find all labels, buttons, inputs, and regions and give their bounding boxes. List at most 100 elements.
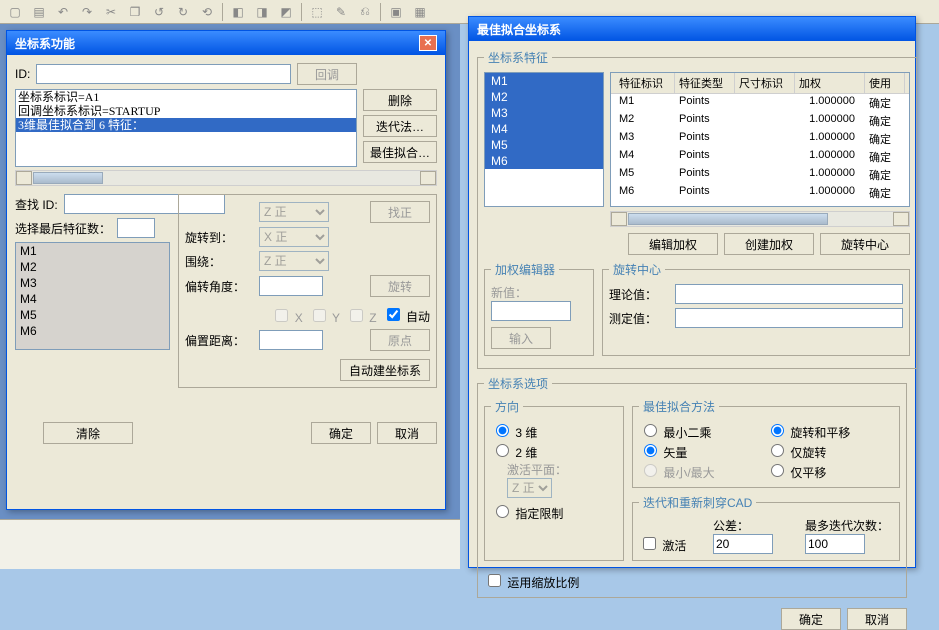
rottrans-radio[interactable]: 旋转和平移 [766, 421, 893, 441]
rot-center-button[interactable]: 旋转中心 [820, 233, 910, 255]
dim2-radio[interactable]: 2 维 [491, 446, 537, 460]
dim3-radio[interactable]: 3 维 [491, 426, 537, 440]
newval-input[interactable] [491, 301, 571, 321]
offset-dist-label: 偏置距离： [185, 332, 255, 349]
feature-listbox[interactable]: M1 M2 M3 M4 M5 M6 [15, 242, 170, 350]
cancel-button[interactable]: 取消 [377, 422, 437, 444]
list-item[interactable]: M4 [485, 121, 603, 137]
offset-dist-input[interactable] [259, 330, 323, 350]
edit-weight-button[interactable]: 编辑加权 [628, 233, 718, 255]
rotonly-radio[interactable]: 仅旋转 [766, 441, 893, 461]
table-row[interactable]: M5Points1.000000确定 [611, 166, 909, 184]
input-button[interactable]: 输入 [491, 327, 551, 349]
titlebar[interactable]: 最佳拟合坐标系 [469, 17, 915, 41]
tb-icon[interactable]: ⟲ [196, 2, 218, 22]
offset-angle-input[interactable] [259, 276, 323, 296]
tb-icon[interactable]: ▣ [385, 2, 407, 22]
char-table[interactable]: 特征标识 特征类型 尺寸标识 加权 使用 M1Points1.000000确定M… [610, 72, 910, 207]
list-item[interactable]: M6 [16, 323, 169, 339]
list-item[interactable]: M2 [485, 89, 603, 105]
col-header[interactable]: 加权 [795, 73, 865, 93]
activate-checkbox[interactable]: 激活 [639, 534, 709, 554]
auto-build-button[interactable]: 自动建坐标系 [340, 359, 430, 381]
z-checkbox[interactable]: Z [346, 306, 377, 325]
list-item[interactable]: M5 [16, 307, 169, 323]
tb-icon[interactable]: ↻ [172, 2, 194, 22]
x-checkbox[interactable]: X [271, 306, 302, 325]
create-weight-button[interactable]: 创建加权 [724, 233, 814, 255]
list-item[interactable]: M3 [16, 275, 169, 291]
tb-icon[interactable]: ◩ [275, 2, 297, 22]
bestfit-button[interactable]: 最佳拟合… [363, 141, 437, 163]
level-button[interactable]: 找正 [370, 201, 430, 223]
around-select[interactable]: Z 正 [259, 251, 329, 271]
tb-icon[interactable]: ◧ [227, 2, 249, 22]
level-axis-select[interactable]: Z 正 [259, 202, 329, 222]
ok-button[interactable]: 确定 [781, 608, 841, 630]
list-item[interactable]: M1 [485, 73, 603, 89]
list-item[interactable]: 坐标系标识=A1 [16, 90, 356, 104]
table-row[interactable]: M1Points1.000000确定 [611, 94, 909, 112]
col-header[interactable]: 特征类型 [675, 73, 735, 93]
rotate-to-select[interactable]: X 正 [259, 227, 329, 247]
last-count-input[interactable] [117, 218, 155, 238]
last-count-label: 选择最后特征数： [15, 220, 111, 237]
table-row[interactable]: M3Points1.000000确定 [611, 130, 909, 148]
list-item[interactable]: M3 [485, 105, 603, 121]
ok-button[interactable]: 确定 [311, 422, 371, 444]
table-row[interactable]: M6Points1.000000确定 [611, 184, 909, 202]
y-checkbox[interactable]: Y [309, 306, 340, 325]
tb-icon[interactable]: ✎ [330, 2, 352, 22]
tb-icon[interactable]: ↷ [76, 2, 98, 22]
hscrollbar[interactable] [610, 211, 910, 227]
tb-icon[interactable]: ▢ [4, 2, 26, 22]
tol-input[interactable] [713, 534, 773, 554]
char-listbox[interactable]: M1 M2 M3 M4 M5 M6 [484, 72, 604, 207]
maxiter-input[interactable] [805, 534, 865, 554]
tb-icon[interactable]: ▦ [409, 2, 431, 22]
list-item[interactable]: 3维最佳拟合到 6 特征： [16, 118, 356, 132]
list-item[interactable]: M5 [485, 137, 603, 153]
use-scale-checkbox[interactable]: 运用缩放比例 [484, 576, 579, 590]
transonly-radio[interactable]: 仅平移 [766, 461, 893, 481]
cancel-button[interactable]: 取消 [847, 608, 907, 630]
recall-button[interactable]: 回调 [297, 63, 357, 85]
minmax-radio[interactable]: 最小/最大 [639, 461, 766, 481]
col-header[interactable]: 尺寸标识 [735, 73, 795, 93]
list-item[interactable]: M4 [16, 291, 169, 307]
delete-button[interactable]: 删除 [363, 89, 437, 111]
theo-input[interactable] [675, 284, 903, 304]
list-item[interactable]: 回调坐标系标识=STARTUP [16, 104, 356, 118]
col-header[interactable]: 特征标识 [615, 73, 675, 93]
tb-icon[interactable]: ✂ [100, 2, 122, 22]
tb-icon[interactable]: ⬚ [306, 2, 328, 22]
id-input[interactable] [36, 64, 291, 84]
clear-button[interactable]: 清除 [43, 422, 133, 444]
iterate-button[interactable]: 迭代法… [363, 115, 437, 137]
cell: M1 [615, 94, 675, 112]
leastsq-radio[interactable]: 最小二乘 [639, 421, 766, 441]
list-item[interactable]: M2 [16, 259, 169, 275]
tb-icon[interactable]: ⎌ [354, 2, 376, 22]
tb-icon[interactable]: ▤ [28, 2, 50, 22]
table-row[interactable]: M2Points1.000000确定 [611, 112, 909, 130]
tb-icon[interactable]: ❐ [124, 2, 146, 22]
vector-radio[interactable]: 矢量 [639, 441, 766, 461]
origin-button[interactable]: 原点 [370, 329, 430, 351]
meas-input[interactable] [675, 308, 903, 328]
rotate-button[interactable]: 旋转 [370, 275, 430, 297]
specify-limit-radio[interactable]: 指定限制 [491, 507, 563, 521]
tb-icon[interactable]: ↶ [52, 2, 74, 22]
tb-icon[interactable]: ◨ [251, 2, 273, 22]
tb-icon[interactable]: ↺ [148, 2, 170, 22]
titlebar[interactable]: 坐标系功能 ✕ [7, 31, 445, 55]
col-header[interactable]: 使用 [865, 73, 905, 93]
list-item[interactable]: M6 [485, 153, 603, 169]
alignment-listbox[interactable]: 坐标系标识=A1 回调坐标系标识=STARTUP 3维最佳拟合到 6 特征： [15, 89, 357, 167]
auto-checkbox[interactable]: 自动 [383, 305, 430, 325]
hscrollbar[interactable] [15, 170, 437, 186]
plane-select[interactable]: Z 正 [507, 478, 552, 498]
table-row[interactable]: M4Points1.000000确定 [611, 148, 909, 166]
list-item[interactable]: M1 [16, 243, 169, 259]
close-icon[interactable]: ✕ [419, 35, 437, 51]
